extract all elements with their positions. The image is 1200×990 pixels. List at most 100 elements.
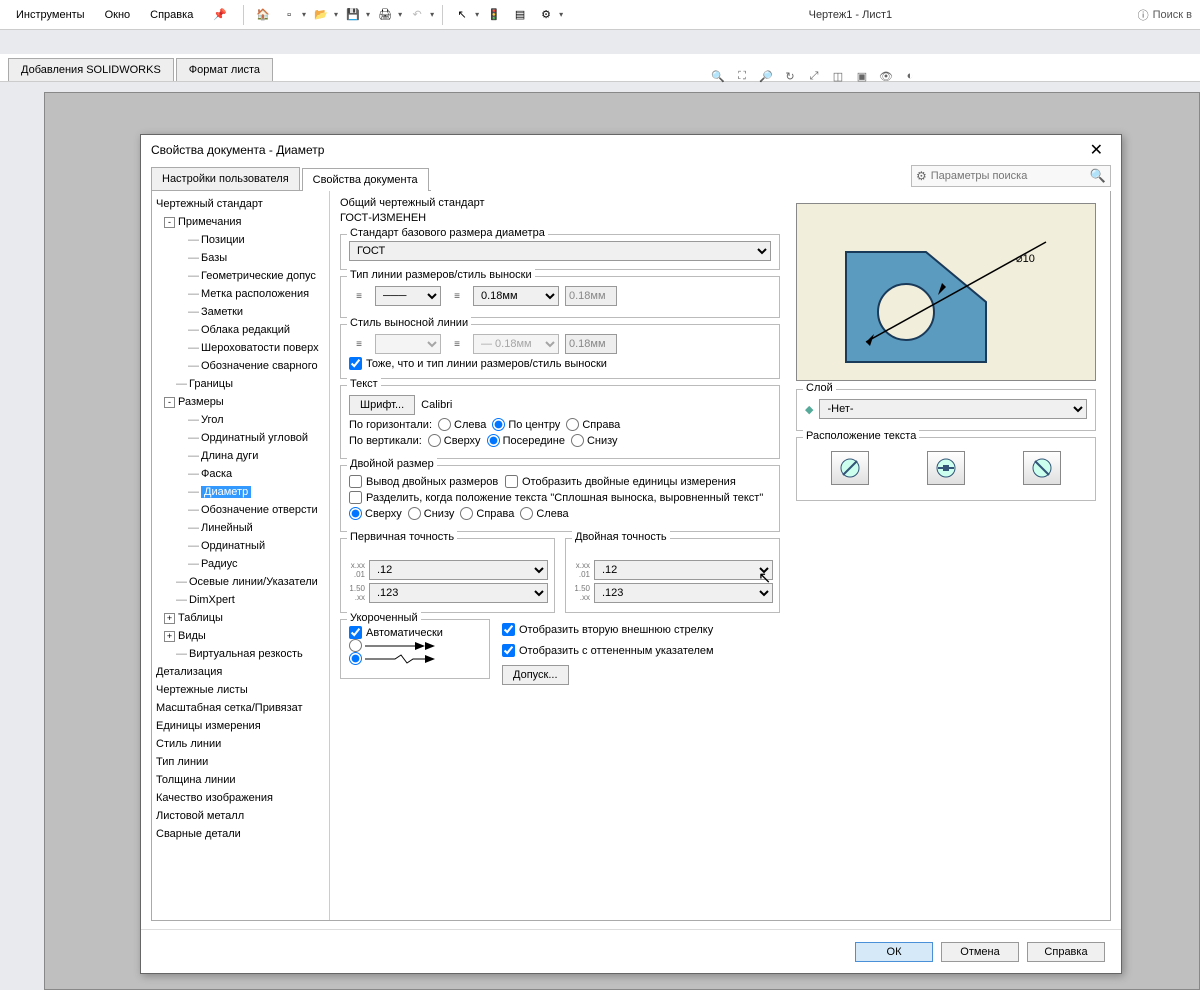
h-center[interactable]: По центру [492,418,560,431]
second-arrow-check[interactable]: Отобразить вторую внешнюю стрелку [502,623,780,636]
tab-addins[interactable]: Добавления SOLIDWORKS [8,58,174,81]
collapse-icon[interactable]: - [164,217,175,228]
pin-icon[interactable]: 📌 [205,8,235,21]
tree-tables[interactable]: Таблицы [178,612,223,624]
tree-arc[interactable]: —Длина дуги [156,447,329,465]
text-pos-1[interactable] [831,451,869,485]
help-search[interactable]: ⓘПоиск в [1138,7,1192,23]
tree-linear[interactable]: —Линейный [156,519,329,537]
menu-help[interactable]: Справка [142,5,201,25]
dual-bottom[interactable]: Снизу [408,507,455,520]
shaded-leader-check[interactable]: Отобразить с оттененным указателем [502,644,780,657]
prec1-unit[interactable]: .12 [369,560,548,580]
prec2-unit[interactable]: .12 [594,560,773,580]
tree-surface[interactable]: —Шероховатости поверх [156,339,329,357]
dual-top[interactable]: Сверху [349,507,402,520]
tree-annotations[interactable]: Примечания [178,216,242,228]
tree-borders[interactable]: —Границы [156,375,329,393]
text-pos-2[interactable] [927,451,965,485]
tab-sheet-format[interactable]: Формат листа [176,58,273,81]
list-icon[interactable]: ▤ [509,4,531,26]
short-auto-check[interactable]: Автоматически [349,626,481,639]
tree-drawing-sheets[interactable]: Чертежные листы [156,681,329,699]
tree-datums[interactable]: —Базы [156,249,329,267]
prec2-tol[interactable]: .123 [594,583,773,603]
zoom-fit-icon[interactable]: 🔎 [756,66,776,86]
tree-radius[interactable]: —Радиус [156,555,329,573]
options-search[interactable]: ⚙ 🔍 [911,165,1111,187]
rotate-icon[interactable]: ↻ [780,66,800,86]
home-icon[interactable]: 🏠 [252,4,274,26]
tree-ang-ord[interactable]: —Ординатный угловой [156,429,329,447]
tree-centerlines[interactable]: —Осевые линии/Указатели [156,573,329,591]
prec1-tol[interactable]: .123 [369,583,548,603]
short-style1[interactable] [349,639,481,652]
v-top[interactable]: Сверху [428,434,481,447]
tolerance-button[interactable]: Допуск... [502,665,569,685]
dual-right[interactable]: Справа [460,507,514,520]
display-icon[interactable]: ▣ [852,66,872,86]
line-style-select[interactable]: ─── [375,286,441,306]
print-icon[interactable]: 🖨 [374,4,396,26]
tree-line-font[interactable]: Тип линии [156,753,329,771]
text-pos-3[interactable] [1023,451,1061,485]
pan-icon[interactable]: ⤢ [804,66,824,86]
options-tree[interactable]: Чертежный стандарт -Примечания —Позиции … [152,191,330,920]
tree-detailing[interactable]: Детализация [156,663,329,681]
section-icon[interactable]: ◫ [828,66,848,86]
expand-icon[interactable]: + [164,613,175,624]
tree-dimensions[interactable]: Размеры [178,396,224,408]
tree-ordinate[interactable]: —Ординатный [156,537,329,555]
expand-icon[interactable]: + [164,631,175,642]
v-middle[interactable]: Посередине [487,434,565,447]
tree-drafting-std[interactable]: Чертежный стандарт [156,195,329,213]
tree-line-thick[interactable]: Толщина линии [156,771,329,789]
h-right[interactable]: Справа [566,418,620,431]
tree-sheet-metal[interactable]: Листовой металл [156,807,329,825]
tree-chamfer[interactable]: —Фаска [156,465,329,483]
tree-hole[interactable]: —Обозначение отверсти [156,501,329,519]
tree-weld[interactable]: —Обозначение сварного [156,357,329,375]
zoom-area-icon[interactable]: ⛶ [732,66,752,86]
tree-dimxpert[interactable]: —DimXpert [156,591,329,609]
tree-location[interactable]: —Метка расположения [156,285,329,303]
select-icon[interactable]: ↖ [451,4,473,26]
line-thick-select[interactable]: 0.18мм [473,286,559,306]
tree-notes[interactable]: —Заметки [156,303,329,321]
v-bottom[interactable]: Снизу [571,434,618,447]
menu-tools[interactable]: Инструменты [8,5,93,25]
tree-image-quality[interactable]: Качество изображения [156,789,329,807]
tree-grid[interactable]: Масштабная сетка/Привязат [156,699,329,717]
cancel-button[interactable]: Отмена [941,942,1019,962]
base-std-select[interactable]: ГОСТ [349,241,771,261]
tree-virtual-sharp[interactable]: —Виртуальная резкость [156,645,329,663]
search-input[interactable] [931,170,1090,182]
new-icon[interactable]: ▫ [278,4,300,26]
tree-angle[interactable]: —Угол [156,411,329,429]
tab-user-settings[interactable]: Настройки пользователя [151,167,300,190]
hide-icon[interactable]: 👁 [876,66,896,86]
menu-window[interactable]: Окно [97,5,139,25]
tree-revision[interactable]: —Облака редакций [156,321,329,339]
h-left[interactable]: Слева [438,418,486,431]
tree-units[interactable]: Единицы измерения [156,717,329,735]
same-as-leader-check[interactable]: Тоже, что и тип линии размеров/стиль вын… [349,357,771,370]
dual-left[interactable]: Слева [520,507,568,520]
font-button[interactable]: Шрифт... [349,395,415,415]
collapse-icon[interactable]: - [164,397,175,408]
ok-button[interactable]: ОК [855,942,933,962]
appearance-icon[interactable]: ◐ [900,66,920,86]
tree-line-style[interactable]: Стиль линии [156,735,329,753]
tree-balloons[interactable]: —Позиции [156,231,329,249]
tree-diameter[interactable]: —Диаметр [156,483,329,501]
undo-icon[interactable]: ↶ [406,4,428,26]
tab-doc-properties[interactable]: Свойства документа [302,168,429,191]
tree-views[interactable]: Виды [178,630,206,642]
open-icon[interactable]: 📂 [310,4,332,26]
zoom-icon[interactable]: 🔍 [708,66,728,86]
short-style2[interactable] [349,652,481,665]
tree-gtol[interactable]: —Геометрические допус [156,267,329,285]
dual-split-check[interactable]: Разделить, когда положение текста "Сплош… [349,491,771,504]
help-button[interactable]: Справка [1027,942,1105,962]
gear-icon[interactable]: ⚙ [535,4,557,26]
